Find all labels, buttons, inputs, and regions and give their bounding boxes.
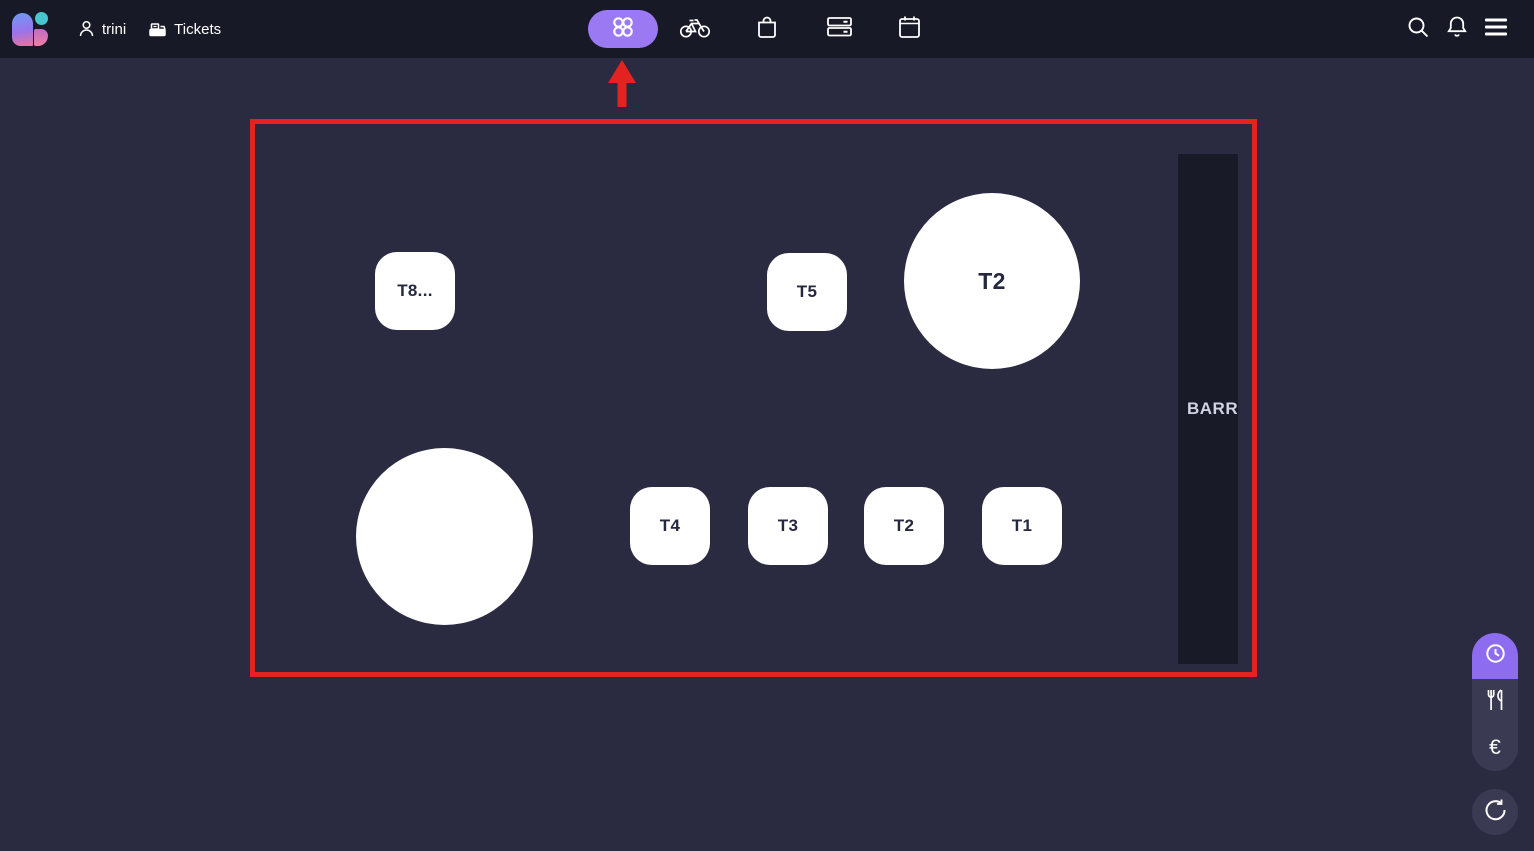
menu-button[interactable] bbox=[1478, 9, 1514, 49]
refresh-icon bbox=[1483, 798, 1507, 827]
view-mode-toggle: € bbox=[1472, 633, 1518, 771]
floor-plan-page: trini Tickets bbox=[0, 0, 1534, 851]
cash-register-icon bbox=[148, 20, 167, 38]
navbar-right bbox=[1400, 0, 1514, 58]
table-t5[interactable]: T5 bbox=[767, 253, 847, 331]
table-t2-round[interactable]: T2 bbox=[904, 193, 1080, 369]
tab-takeaway[interactable] bbox=[747, 9, 787, 49]
search-button[interactable] bbox=[1400, 9, 1436, 49]
cash-drawer-icon bbox=[826, 15, 853, 43]
bar-label: BARRA bbox=[1187, 399, 1238, 419]
bell-icon bbox=[1445, 14, 1469, 44]
table-t8[interactable]: T8... bbox=[375, 252, 455, 330]
utensils-icon bbox=[1484, 688, 1506, 717]
calendar-icon bbox=[897, 14, 922, 45]
bar-counter[interactable]: BARRA bbox=[1178, 154, 1238, 664]
top-navbar: trini Tickets bbox=[0, 0, 1534, 58]
time-view-button[interactable] bbox=[1472, 633, 1518, 679]
euro-icon: € bbox=[1489, 736, 1501, 760]
tickets-label: Tickets bbox=[174, 21, 221, 38]
table-t1[interactable]: T1 bbox=[982, 487, 1062, 565]
logo-petal-shape bbox=[34, 29, 48, 46]
bicycle-icon bbox=[679, 15, 711, 44]
user-icon bbox=[78, 20, 95, 38]
tab-register[interactable] bbox=[819, 9, 859, 49]
user-label: trini bbox=[102, 21, 126, 38]
user-button[interactable]: trini bbox=[78, 20, 126, 38]
tickets-button[interactable]: Tickets bbox=[148, 20, 221, 38]
tab-calendar[interactable] bbox=[889, 9, 929, 49]
table-t2-square[interactable]: T2 bbox=[864, 487, 944, 565]
notifications-button[interactable] bbox=[1439, 9, 1475, 49]
search-icon bbox=[1406, 15, 1430, 44]
navbar-tabs bbox=[588, 0, 948, 58]
table-t3[interactable]: T3 bbox=[748, 487, 828, 565]
navbar-left: trini Tickets bbox=[10, 0, 221, 58]
table-unlabeled-round[interactable] bbox=[356, 448, 533, 625]
clock-icon bbox=[1484, 642, 1507, 670]
tab-delivery[interactable] bbox=[675, 9, 715, 49]
app-logo[interactable] bbox=[10, 4, 56, 54]
payments-view-button[interactable]: € bbox=[1472, 725, 1518, 771]
refresh-button[interactable] bbox=[1472, 789, 1518, 835]
grid-icon bbox=[609, 13, 637, 46]
red-arrow-annotation bbox=[606, 60, 638, 113]
logo-dot-shape bbox=[35, 12, 48, 25]
menu-icon bbox=[1484, 17, 1508, 42]
dining-view-button[interactable] bbox=[1472, 679, 1518, 725]
tab-tables[interactable] bbox=[588, 10, 658, 48]
logo-leaf-shape bbox=[12, 13, 33, 46]
bag-icon bbox=[755, 14, 779, 45]
table-t4[interactable]: T4 bbox=[630, 487, 710, 565]
